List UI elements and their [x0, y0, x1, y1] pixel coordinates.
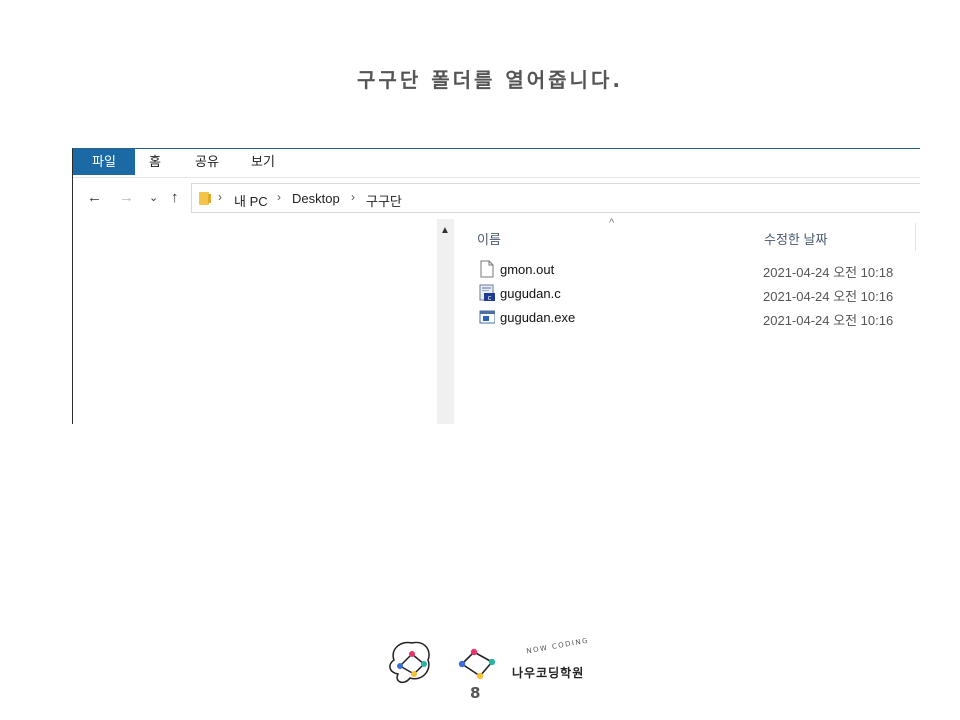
tab-file[interactable]: 파일 — [73, 149, 135, 175]
svg-text:c: c — [488, 294, 492, 302]
c-source-file-icon: c — [479, 284, 495, 302]
file-explorer-window: 파일 홈 공유 보기 ← → ⌄ ↑ › 내 PC › Desktop › 구구… — [72, 148, 920, 424]
address-bar: ← → ⌄ ↑ › 내 PC › Desktop › 구구단 — [73, 177, 920, 219]
breadcrumb-gugudan[interactable]: 구구단 — [366, 191, 402, 210]
chevron-right-icon[interactable]: › — [277, 190, 281, 204]
diamond-logo-icon — [458, 648, 496, 680]
file-name[interactable]: gmon.out — [500, 262, 554, 277]
folder-icon — [199, 192, 211, 205]
page-number: 8 — [470, 684, 481, 702]
chevron-right-icon[interactable]: › — [218, 190, 222, 204]
file-name[interactable]: gugudan.c — [500, 286, 561, 301]
ribbon-tabs: 파일 홈 공유 보기 — [73, 149, 920, 175]
column-divider[interactable] — [915, 223, 916, 251]
up-arrow-icon[interactable]: ↑ — [171, 190, 179, 206]
path-input[interactable]: › 내 PC › Desktop › 구구단 — [191, 183, 920, 213]
slide-title: 구구단 폴더를 열어줍니다. — [357, 68, 623, 92]
navigation-scrollbar[interactable]: ▲ — [437, 219, 454, 424]
tab-view[interactable]: 보기 — [251, 149, 275, 175]
column-header-date[interactable]: 수정한 날짜 — [764, 229, 827, 248]
table-row[interactable]: c gugudan.c 2021-04-24 오전 10:16 — [454, 283, 920, 305]
breadcrumb-this-pc[interactable]: 내 PC — [234, 191, 268, 210]
tab-home[interactable]: 홈 — [149, 149, 161, 175]
chevron-right-icon[interactable]: › — [351, 190, 355, 204]
forward-arrow-icon[interactable]: → — [119, 190, 134, 206]
file-date: 2021-04-24 오전 10:16 — [763, 289, 894, 304]
table-row[interactable]: gmon.out 2021-04-24 오전 10:18 — [454, 259, 920, 281]
breadcrumb-desktop[interactable]: Desktop — [292, 191, 340, 206]
tab-share[interactable]: 공유 — [195, 149, 219, 175]
table-row[interactable]: gugudan.exe 2021-04-24 오전 10:16 — [454, 307, 920, 329]
column-header-name[interactable]: 이름 — [477, 229, 501, 248]
footer-logo: NOW CODING 나우코딩학원 — [386, 636, 606, 702]
logo-brand-name: 나우코딩학원 — [512, 666, 585, 680]
blank-file-icon — [480, 260, 494, 278]
file-date: 2021-04-24 오전 10:16 — [763, 313, 894, 328]
caret-up-icon[interactable]: ▲ — [440, 225, 450, 236]
file-name[interactable]: gugudan.exe — [500, 310, 575, 325]
executable-file-icon — [479, 310, 495, 324]
sort-ascending-icon: ^ — [609, 217, 615, 229]
navigation-pane[interactable] — [73, 219, 437, 424]
back-arrow-icon[interactable]: ← — [87, 190, 102, 206]
chevron-down-icon[interactable]: ⌄ — [149, 190, 158, 206]
file-date: 2021-04-24 오전 10:18 — [763, 265, 894, 280]
file-list-pane: 이름 ^ 수정한 날짜 gmon.out 2021-04-24 오전 10:18… — [454, 217, 920, 424]
